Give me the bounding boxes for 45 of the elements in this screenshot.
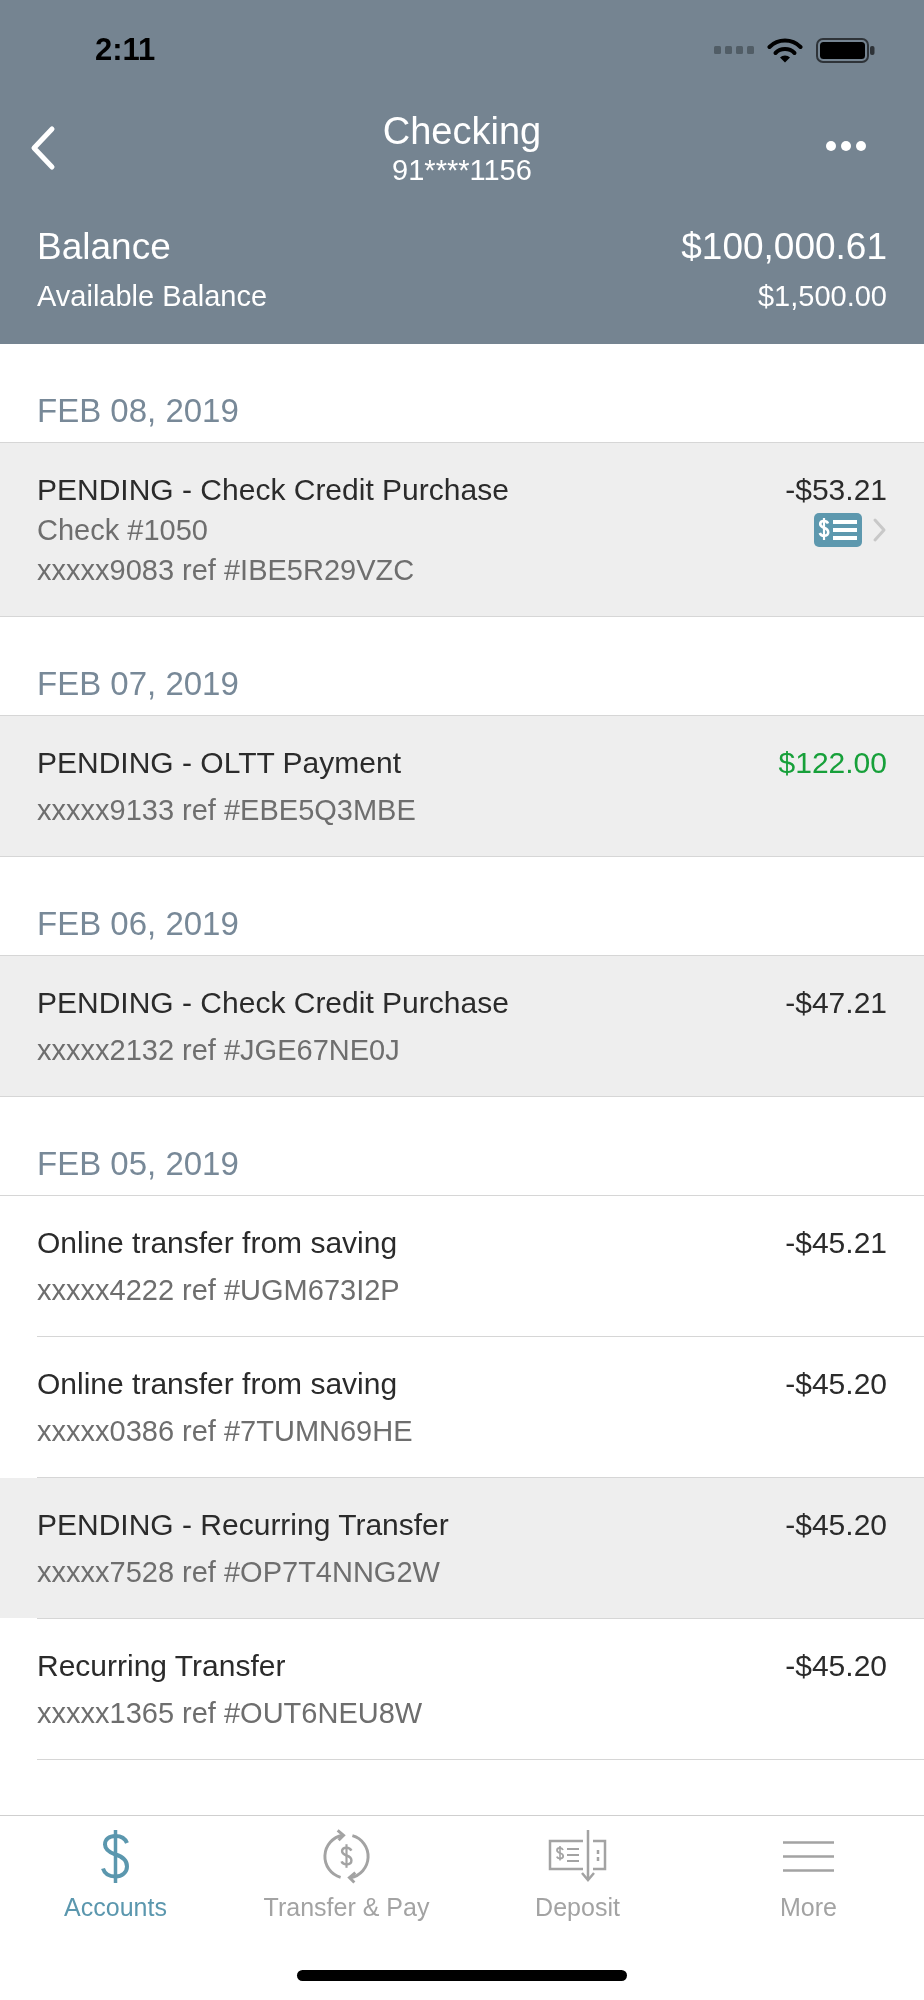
transaction-title: PENDING - OLTT Payment xyxy=(37,745,402,781)
transaction-title: PENDING - Check Credit Purchase xyxy=(37,985,510,1021)
deposit-icon xyxy=(548,1829,607,1883)
transaction-title: PENDING - Recurring Transfer xyxy=(37,1507,450,1543)
available-balance-value: $1,500.00 xyxy=(758,279,887,314)
status-time: 2:11 xyxy=(95,32,156,68)
transaction-amount: -$45.20 xyxy=(785,1507,887,1543)
transaction-row[interactable]: PENDING - Check Credit Purchase Check #1050 xxxxx9083 ref #IBE5R29VZC -$53.21 xyxy=(0,443,924,616)
transaction-title: Recurring Transfer xyxy=(37,1648,287,1684)
transaction-amount: -$45.20 xyxy=(785,1366,887,1402)
balance-value: $100,000.61 xyxy=(681,225,887,269)
date-header: FEB 05, 2019 xyxy=(36,1144,240,1184)
menu-icon xyxy=(783,1840,834,1872)
transaction-amount: -$45.21 xyxy=(785,1225,887,1261)
transaction-amount: -$45.20 xyxy=(785,1648,887,1684)
transaction-detail: xxxxx9133 ref #EBE5Q3MBE xyxy=(37,793,417,828)
battery-icon xyxy=(816,37,875,63)
wifi-icon xyxy=(767,37,803,63)
transaction-detail: xxxxx7528 ref #OP7T4NNG2W xyxy=(37,1555,441,1590)
transaction-row[interactable]: PENDING - Recurring Transfer xxxxx7528 ref #OP7T4NNG2W -$45.20 xyxy=(0,1478,924,1618)
transaction-detail: Check #1050 xyxy=(37,513,209,548)
date-header: FEB 06, 2019 xyxy=(36,904,240,944)
signal-icon xyxy=(714,46,754,54)
chevron-icon xyxy=(872,517,887,543)
transaction-row[interactable]: PENDING - OLTT Payment xxxxx9133 ref #EBE5Q3MBE $122.00 xyxy=(0,716,924,856)
transaction-amount: -$47.21 xyxy=(785,985,887,1021)
transaction-title: PENDING - Check Credit Purchase xyxy=(37,472,510,508)
transaction-row[interactable]: PENDING - Check Credit Purchase xxxxx2132 ref #JGE67NE0J -$47.21 xyxy=(0,956,924,1096)
transaction-detail: xxxxx1365 ref #OUT6NEU8W xyxy=(37,1696,424,1731)
check-image-icon[interactable] xyxy=(814,513,862,547)
transaction-amount: $122.00 xyxy=(778,745,887,781)
date-header: FEB 07, 2019 xyxy=(36,664,240,704)
transaction-title: Online transfer from saving xyxy=(37,1225,399,1261)
transaction-title: Online transfer from saving xyxy=(37,1366,399,1402)
transaction-detail: xxxxx0386 ref #7TUMN69HE xyxy=(37,1414,414,1449)
transaction-amount: -$53.21 xyxy=(785,472,887,508)
account-number: 91****1156 xyxy=(391,153,533,188)
transaction-detail: xxxxx9083 ref #IBE5R29VZC xyxy=(37,553,416,588)
transaction-detail: xxxxx4222 ref #UGM673I2P xyxy=(37,1273,401,1308)
date-header: FEB 08, 2019 xyxy=(36,391,240,431)
transaction-detail: xxxxx2132 ref #JGE67NE0J xyxy=(37,1033,401,1068)
balance-label: Balance xyxy=(37,225,171,269)
nav-title: Checking xyxy=(381,110,543,152)
more-icon[interactable] xyxy=(826,141,866,151)
available-balance-label: Available Balance xyxy=(37,279,268,314)
